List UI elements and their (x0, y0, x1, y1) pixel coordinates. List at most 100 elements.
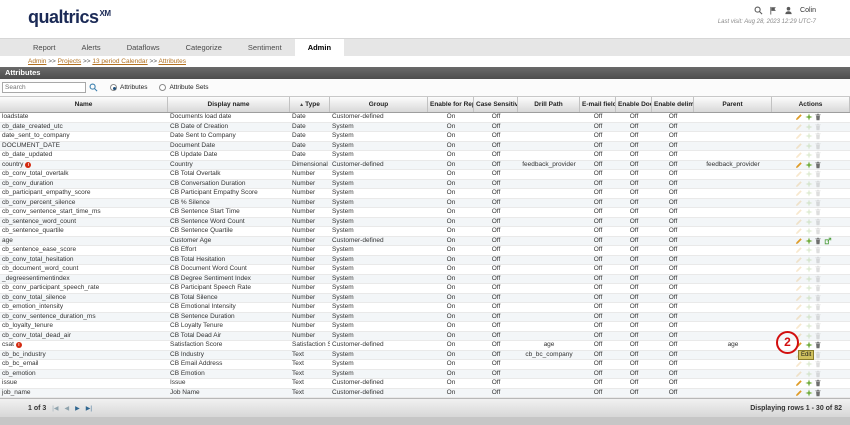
table-row[interactable]: cb_conv_durationCB Conversation Duration… (0, 180, 850, 190)
table-row[interactable]: cb_conv_participant_speech_rateCB Partic… (0, 284, 850, 294)
user-name[interactable]: Colin (800, 7, 816, 14)
breadcrumb-link[interactable]: Projects (58, 58, 81, 65)
cell-type: Number (290, 332, 330, 341)
table-row[interactable]: cb_conv_total_hesitationCB Total Hesitat… (0, 256, 850, 266)
breadcrumb-link[interactable]: Attributes (159, 58, 186, 65)
cell-display-name: CB % Silence (168, 199, 290, 208)
table-row[interactable]: ageCustomer AgeNumberCustomer-definedOnO… (0, 237, 850, 247)
column-header-e-mail-field[interactable]: E-mail field (580, 97, 616, 112)
column-header-enable-for-reporting[interactable]: Enable for Reporting (428, 97, 474, 112)
next-page-button[interactable]: ▶ (75, 405, 80, 412)
column-header-type[interactable]: ▲Type (290, 97, 330, 112)
table-row[interactable]: issueIssueTextCustomer-definedOnOffOffOf… (0, 379, 850, 389)
tab-categorize[interactable]: Categorize (173, 39, 235, 56)
breadcrumb-link[interactable]: 13 period Calendar (92, 58, 147, 65)
table-row[interactable]: loadstateDocuments load dateDateCustomer… (0, 113, 850, 123)
delete-icon[interactable] (814, 237, 822, 245)
table-row[interactable]: cb_bc_industryCB IndustryTextSystemOnOff… (0, 351, 850, 361)
sparkle-icon[interactable] (805, 113, 813, 121)
table-row[interactable]: cb_conv_total_overtalkCB Total OvertalkN… (0, 170, 850, 180)
delete-icon[interactable] (814, 113, 822, 121)
sparkle-icon[interactable] (805, 389, 813, 397)
flag-icon[interactable] (769, 6, 778, 15)
cell-name: cb_conv_participant_speech_rate (0, 284, 168, 293)
edit-icon[interactable] (795, 113, 803, 121)
table-row[interactable]: cb_conv_total_dead_airCB Total Dead AirN… (0, 332, 850, 342)
sparkle-icon (805, 180, 813, 188)
first-page-button[interactable]: |◀ (52, 405, 58, 412)
edit-icon[interactable] (795, 161, 803, 169)
delete-icon[interactable] (814, 389, 822, 397)
attribute-sets-radio-label[interactable]: Attribute Sets (169, 84, 208, 91)
edit-icon (795, 246, 803, 254)
table-row[interactable]: cb_date_updatedCB Update DateDateSystemO… (0, 151, 850, 161)
cell-email-field: Off (580, 208, 616, 217)
edit-icon[interactable] (795, 379, 803, 387)
search-icon[interactable] (754, 6, 763, 15)
table-row[interactable]: cb_participant_empathy_scoreCB Participa… (0, 189, 850, 199)
sparkle-icon[interactable] (805, 379, 813, 387)
column-header-actions[interactable]: Actions (772, 97, 850, 112)
cell-type: Number (290, 265, 330, 274)
delete-icon[interactable] (814, 161, 822, 169)
table-row[interactable]: country!CountryDimensional LookupCustome… (0, 161, 850, 171)
table-row[interactable]: cb_document_word_countCB Document Word C… (0, 265, 850, 275)
tab-sentiment[interactable]: Sentiment (235, 39, 295, 56)
sparkle-icon (805, 256, 813, 264)
column-header-enable-delimited-s[interactable]: Enable delimited s (652, 97, 694, 112)
table-row[interactable]: _degreesentimentindexCB Degree Sentiment… (0, 275, 850, 285)
export-icon[interactable] (824, 237, 832, 245)
cell-name: cb_loyalty_tenure (0, 322, 168, 331)
sparkle-icon (805, 313, 813, 321)
table-row[interactable]: csat!Satisfaction ScoreSatisfaction Scor… (0, 341, 850, 351)
column-header-enable-docvalue[interactable]: Enable DocValue (616, 97, 652, 112)
table-row[interactable]: cb_sentence_quartileCB Sentence Quartile… (0, 227, 850, 237)
cell-email-field: Off (580, 313, 616, 322)
search-input[interactable] (2, 82, 86, 93)
attributes-radio[interactable] (110, 84, 117, 91)
sparkle-icon[interactable] (805, 237, 813, 245)
prev-page-button[interactable]: ◀ (64, 405, 69, 412)
cell-case-sensitive: Off (474, 132, 518, 141)
table-row[interactable]: cb_conv_percent_silenceCB % SilenceNumbe… (0, 199, 850, 209)
breadcrumb-link[interactable]: Admin (28, 58, 46, 65)
sparkle-icon[interactable] (805, 161, 813, 169)
table-row[interactable]: cb_sentence_ease_scoreCB EffortNumberSys… (0, 246, 850, 256)
table-row[interactable]: cb_conv_sentence_start_time_msCB Sentenc… (0, 208, 850, 218)
table-row[interactable]: cb_conv_total_silenceCB Total SilenceNum… (0, 294, 850, 304)
attributes-radio-label[interactable]: Attributes (120, 84, 147, 91)
magnifier-icon[interactable] (89, 83, 98, 92)
attribute-sets-radio[interactable] (159, 84, 166, 91)
column-header-group[interactable]: Group (330, 97, 428, 112)
column-header-case-sensitive[interactable]: Case Sensitive (474, 97, 518, 112)
user-icon[interactable] (784, 6, 793, 15)
edit-icon[interactable] (795, 237, 803, 245)
table-row[interactable]: cb_emotion_intensityCB Emotional Intensi… (0, 303, 850, 313)
tab-alerts[interactable]: Alerts (69, 39, 114, 56)
table-row[interactable]: cb_date_created_utcCB Date of CreationDa… (0, 123, 850, 133)
tab-report[interactable]: Report (20, 39, 69, 56)
column-header-parent[interactable]: Parent (694, 97, 772, 112)
column-header-name[interactable]: Name (0, 97, 168, 112)
table-row[interactable]: cb_conv_sentence_duration_msCB Sentence … (0, 313, 850, 323)
delete-icon[interactable] (814, 379, 822, 387)
column-header-drill-path[interactable]: Drill Path (518, 97, 580, 112)
table-row[interactable]: date_sent_to_companyDate Sent to Company… (0, 132, 850, 142)
table-row[interactable]: cb_emotionCB EmotionTextSystemOnOffOffOf… (0, 370, 850, 380)
edit-icon[interactable] (795, 389, 803, 397)
tab-admin[interactable]: Admin (295, 39, 344, 56)
edit-icon (795, 208, 803, 216)
table-row[interactable]: cb_bc_emailCB Email AddressTextSystemOnO… (0, 360, 850, 370)
column-header-display-name[interactable]: Display name (168, 97, 290, 112)
tab-dataflows[interactable]: Dataflows (114, 39, 173, 56)
table-row[interactable]: job_nameJob NameTextCustomer-definedOnOf… (0, 389, 850, 399)
sparkle-icon[interactable] (805, 341, 813, 349)
cell-drill-path (518, 180, 580, 189)
cell-drill-path (518, 189, 580, 198)
delete-icon[interactable] (814, 341, 822, 349)
table-row[interactable]: DOCUMENT_DATEDocument DateDateSystemOnOf… (0, 142, 850, 152)
last-page-button[interactable]: ▶| (86, 405, 92, 412)
table-row[interactable]: cb_loyalty_tenureCB Loyalty TenureNumber… (0, 322, 850, 332)
delete-icon (814, 227, 822, 235)
table-row[interactable]: cb_sentence_word_countCB Sentence Word C… (0, 218, 850, 228)
